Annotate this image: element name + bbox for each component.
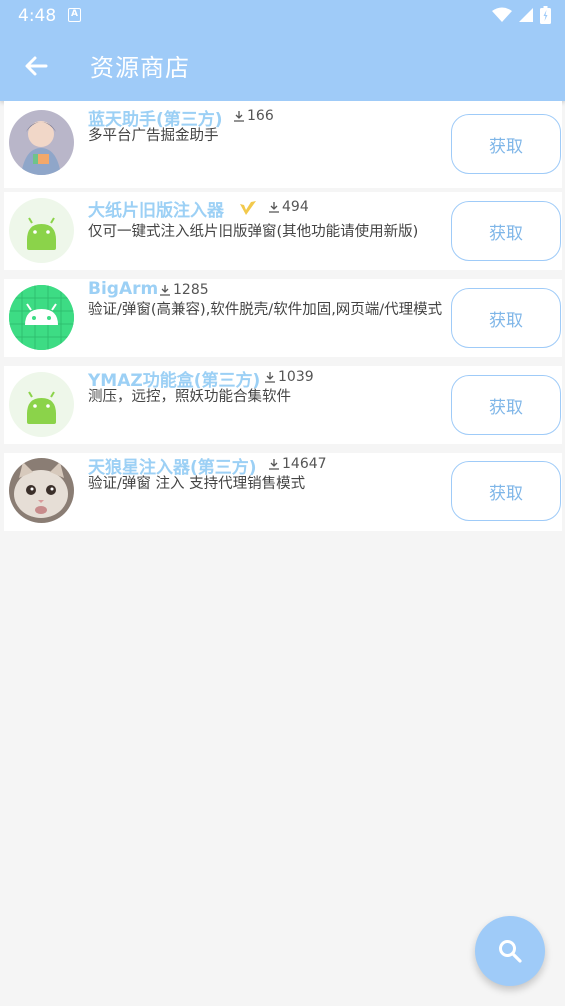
get-button[interactable]: 获取 (451, 114, 561, 174)
download-icon (265, 372, 275, 383)
download-icon (160, 285, 170, 296)
get-button[interactable]: 获取 (451, 461, 561, 521)
list-item[interactable]: 天狼星注入器(第三方) 14647 验证/弹窗 注入 支持代理销售模式 获取 (4, 453, 562, 531)
notification-a-icon: A (68, 8, 81, 22)
battery-icon (540, 6, 551, 24)
download-icon (269, 202, 279, 213)
get-button[interactable]: 获取 (451, 288, 561, 348)
download-count-value: 14647 (282, 456, 327, 472)
download-count-value: 494 (282, 199, 309, 215)
list-item[interactable]: BigArm 1285 验证/弹窗(高兼容),软件脱壳/软件加固,网页端/代理模… (4, 279, 562, 357)
search-fab-button[interactable] (475, 916, 545, 986)
item-name: 大纸片旧版注入器 (88, 201, 224, 221)
verified-badge-icon (240, 201, 256, 215)
photo-boy-avatar (9, 110, 74, 175)
download-count: 1285 (159, 282, 209, 298)
status-icons (492, 6, 551, 24)
list-item[interactable]: YMAZ功能盒(第三方) 1039 测压，远控，照妖功能合集软件 获取 (4, 366, 562, 444)
item-description: 测压，远控，照妖功能合集软件 (88, 389, 291, 405)
page-title: 资源商店 (90, 54, 190, 82)
status-bar: 4:48 A (0, 0, 565, 32)
list-item[interactable]: 蓝天助手(第三方) 166 多平台广告掘金助手 获取 (4, 101, 562, 188)
item-description: 验证/弹窗(高兼容),软件脱壳/软件加固,网页端/代理模式 (88, 302, 443, 318)
list-item[interactable]: 大纸片旧版注入器 494 仅可一键式注入纸片旧版弹窗(其他功能请使用新版) 获取 (4, 192, 562, 270)
item-description: 验证/弹窗 注入 支持代理销售模式 (88, 476, 306, 492)
photo-cat-avatar (9, 458, 74, 523)
download-count-value: 1039 (278, 369, 314, 385)
download-icon (269, 459, 279, 470)
download-count: 14647 (268, 456, 327, 472)
app-bar: 4:48 A 资源商店 (0, 0, 565, 101)
download-count: 1039 (264, 369, 314, 385)
download-count: 494 (268, 199, 309, 215)
item-name: BigArm (88, 279, 159, 299)
get-button[interactable]: 获取 (451, 201, 561, 261)
wifi-icon (492, 7, 512, 22)
download-count: 166 (233, 108, 274, 124)
android-icon (9, 372, 74, 437)
status-time: 4:48 (18, 6, 57, 26)
item-description: 多平台广告掘金助手 (88, 128, 219, 144)
android-grid-icon (9, 285, 74, 350)
search-icon (499, 940, 522, 963)
get-button[interactable]: 获取 (451, 375, 561, 435)
back-arrow-icon[interactable] (20, 50, 52, 82)
signal-icon (519, 8, 533, 22)
download-icon (234, 111, 244, 122)
android-icon (9, 198, 74, 263)
download-count-value: 166 (247, 108, 274, 124)
download-count-value: 1285 (173, 282, 209, 298)
item-description: 仅可一键式注入纸片旧版弹窗(其他功能请使用新版) (88, 224, 419, 240)
